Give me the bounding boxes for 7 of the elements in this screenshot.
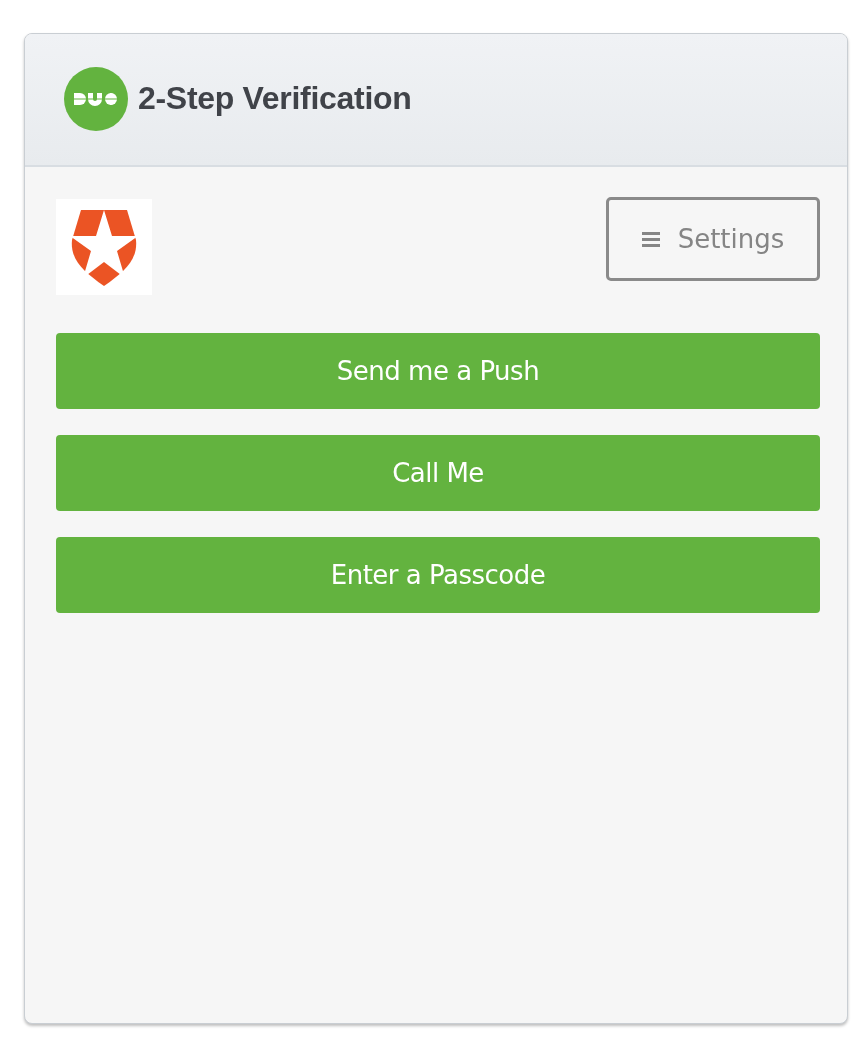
settings-button[interactable]: Settings <box>606 197 820 281</box>
method-button[interactable]: Call Me <box>56 435 820 511</box>
menu-icon <box>641 231 660 247</box>
window-title: 2-Step Verification <box>138 80 412 117</box>
logo-icon <box>64 66 128 131</box>
method-button[interactable]: Send me a Push <box>56 333 820 409</box>
method-button[interactable]: Enter a Passcode <box>56 537 820 613</box>
